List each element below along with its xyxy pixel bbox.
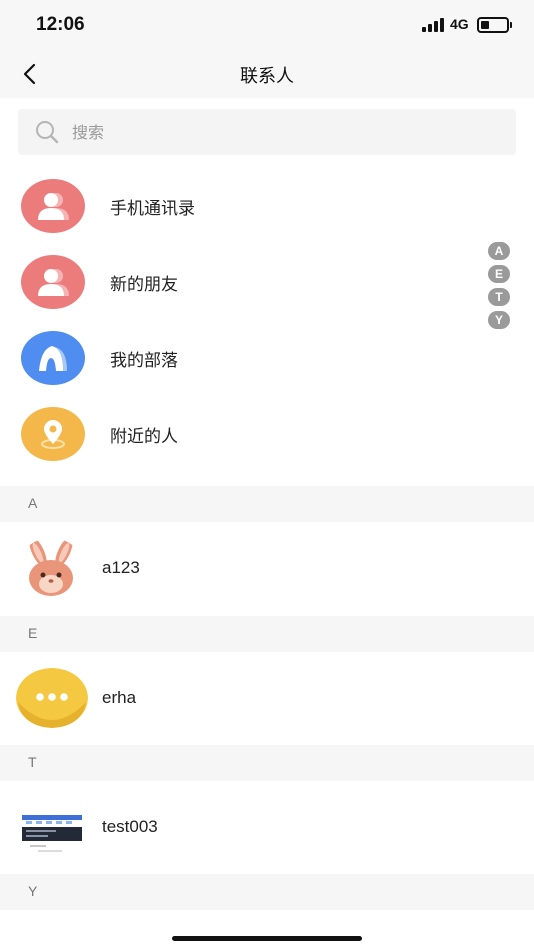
contact-name: test003	[102, 817, 158, 836]
tent-icon	[21, 331, 85, 385]
screenshot-avatar	[20, 797, 84, 859]
status-bar: 12:06 4G	[0, 0, 534, 50]
section-header-a: A	[0, 486, 534, 522]
section-header-t: T	[0, 745, 534, 781]
status-time: 12:06	[36, 14, 85, 35]
function-item-nearby-people[interactable]: 附近的人	[0, 396, 534, 472]
contact-item-erha[interactable]: erha	[0, 652, 534, 744]
home-indicator	[172, 936, 362, 941]
function-item-my-tribe[interactable]: 我的部落	[0, 320, 534, 396]
function-item-phone-contacts[interactable]: 手机通讯录	[0, 168, 534, 244]
search-input[interactable]	[72, 122, 472, 142]
function-label: 我的部落	[110, 351, 178, 371]
index-letter-a[interactable]: A	[488, 242, 510, 260]
page-title: 联系人	[240, 66, 294, 87]
search-bar[interactable]	[18, 109, 516, 155]
index-letter-t[interactable]: T	[488, 288, 510, 306]
function-item-new-friends[interactable]: 新的朋友	[0, 244, 534, 320]
network-type: 4G	[450, 16, 469, 32]
location-pin-icon	[21, 407, 85, 461]
nav-bar: 联系人	[0, 50, 534, 98]
function-label: 附近的人	[110, 427, 178, 447]
signal-icon	[422, 18, 446, 32]
contact-item-a123[interactable]: a123	[0, 522, 534, 614]
section-header-e: E	[0, 616, 534, 652]
function-label: 新的朋友	[110, 275, 178, 295]
contact-item-test003[interactable]: test003	[0, 781, 534, 873]
search-icon	[36, 121, 59, 144]
function-label: 手机通讯录	[110, 199, 195, 219]
person-icon	[21, 179, 85, 233]
rabbit-avatar	[18, 538, 84, 598]
index-letter-e[interactable]: E	[488, 265, 510, 283]
index-letter-y[interactable]: Y	[488, 311, 510, 329]
contact-name: a123	[102, 558, 140, 577]
battery-icon	[477, 17, 509, 33]
dots-avatar	[16, 668, 88, 728]
section-header-y: Y	[0, 874, 534, 910]
alphabet-index: A E T Y	[488, 242, 512, 334]
person-icon	[21, 255, 85, 309]
contact-name: erha	[102, 688, 137, 707]
